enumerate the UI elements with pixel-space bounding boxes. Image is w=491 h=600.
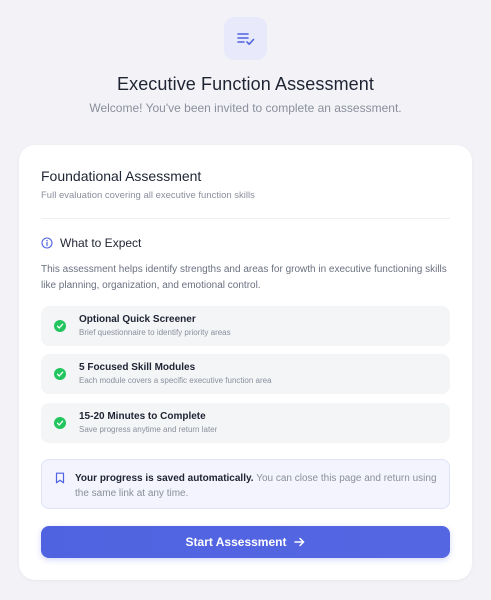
check-circle-icon: [54, 417, 66, 429]
page-title: Executive Function Assessment: [116, 74, 375, 94]
feature-item-screener: Optional Quick Screener Brief questionna…: [41, 306, 450, 346]
bookmark-icon: [55, 472, 65, 484]
page: Executive Function Assessment Welcome! Y…: [0, 0, 491, 600]
feature-title: 5 Focused Skill Modules: [79, 362, 196, 373]
start-assessment-button[interactable]: Start Assessment: [41, 526, 450, 558]
assessment-card: Foundational Assessment Full evaluation …: [19, 145, 472, 580]
feature-item-duration: 15-20 Minutes to Complete Save progress …: [41, 403, 450, 443]
assessment-description: Full evaluation covering all executive f…: [41, 190, 255, 201]
what-to-expect-label: What to Expect: [60, 236, 142, 250]
autosave-notice-text: Your progress is saved automatically. Yo…: [75, 471, 443, 501]
arrow-right-icon: [294, 537, 305, 547]
logo-tile: [224, 17, 267, 60]
check-circle-icon: [54, 320, 66, 332]
feature-title: 15-20 Minutes to Complete: [79, 411, 206, 422]
autosave-notice-bold: Your progress is saved automatically.: [75, 473, 254, 484]
autosave-notice: Your progress is saved automatically. Yo…: [41, 459, 450, 509]
info-icon: [41, 237, 53, 249]
check-circle-icon: [54, 368, 66, 380]
feature-description: Save progress anytime and return later: [79, 425, 218, 434]
list-check-icon: [236, 32, 254, 45]
feature-description: Brief questionnaire to identify priority…: [79, 328, 231, 337]
feature-description: Each module covers a specific executive …: [79, 376, 272, 385]
intro-text: This assessment helps identify strengths…: [41, 264, 447, 291]
start-assessment-label: Start Assessment: [185, 535, 287, 549]
feature-item-modules: 5 Focused Skill Modules Each module cove…: [41, 354, 450, 394]
feature-title: Optional Quick Screener: [79, 314, 196, 325]
page-subtitle: Welcome! You've been invited to complete…: [89, 101, 402, 115]
what-to-expect-heading: What to Expect: [41, 236, 141, 250]
assessment-title: Foundational Assessment: [41, 168, 202, 184]
divider: [41, 218, 450, 219]
